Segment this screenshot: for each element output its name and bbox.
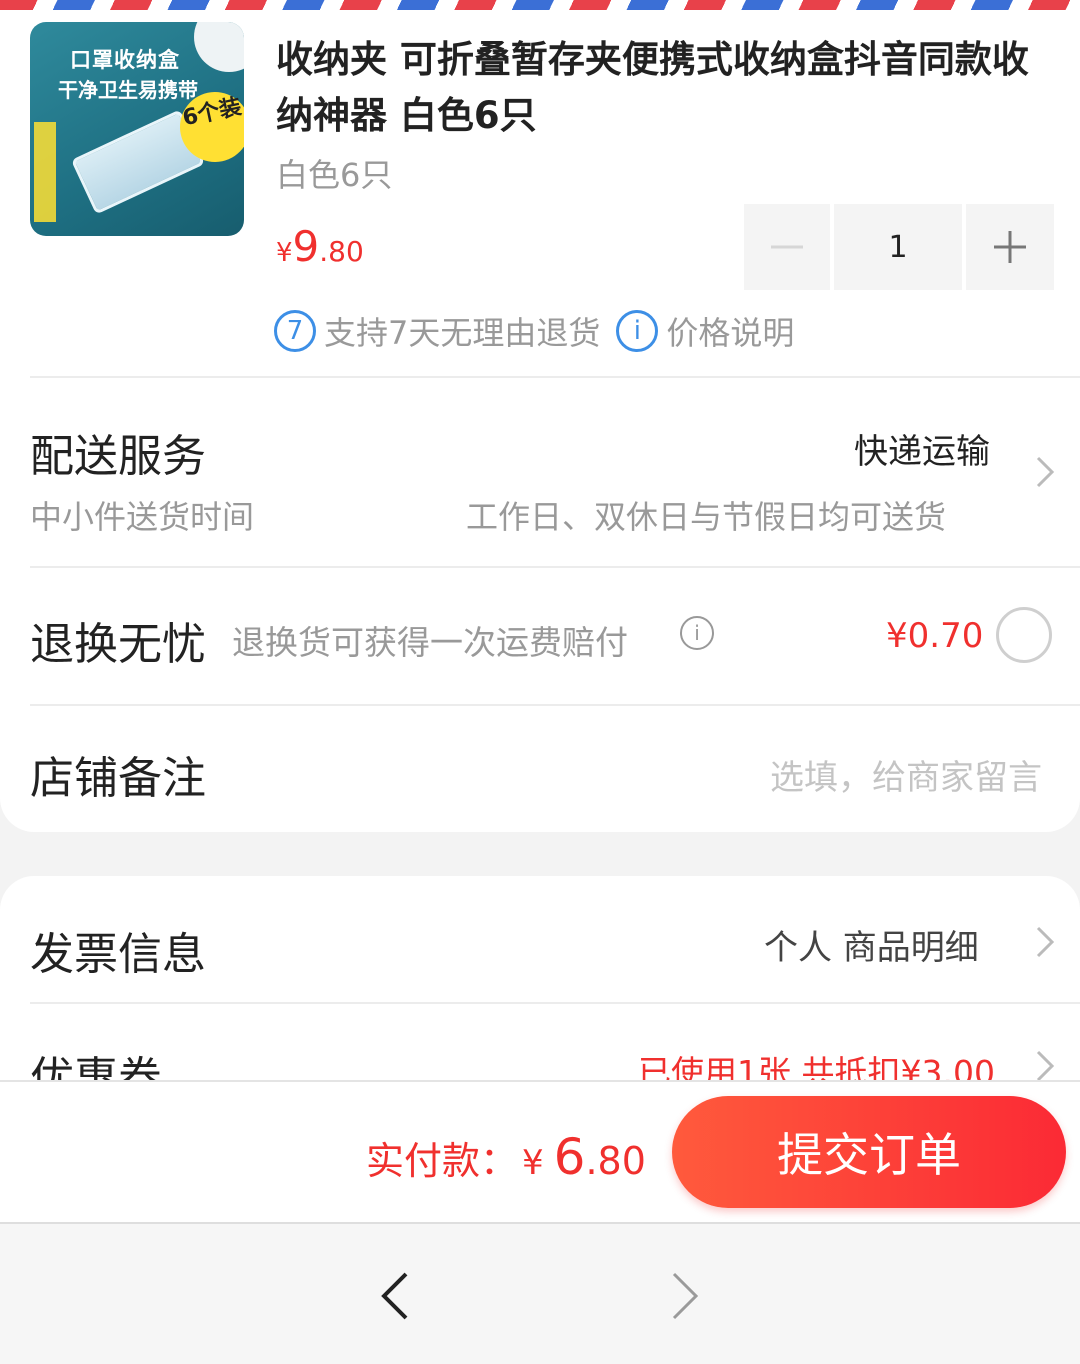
chevron-right-icon[interactable] <box>1034 454 1056 490</box>
product-image-sidebar <box>34 122 56 222</box>
invoice-card: 发票信息 个人 商品明细 优惠券 已使用1张 共抵扣¥3.00 <box>0 876 1080 1081</box>
order-card: 口罩收纳盒 干净卫生易携带 6个装 收纳夹 可折叠暂存夹便携式收纳盒抖音同款收纳… <box>0 10 1080 832</box>
total-currency: ¥ <box>522 1143 544 1183</box>
invoice-value[interactable]: 个人 商品明细 <box>764 920 979 969</box>
image-corner-decoration <box>194 22 244 72</box>
total-label: 实付款： <box>366 1139 519 1183</box>
return-insurance-desc: 退换货可获得一次运费赔付 <box>232 623 628 662</box>
product-title[interactable]: 收纳夹 可折叠暂存夹便携式收纳盒抖音同款收纳神器 白色6只 <box>276 32 1046 144</box>
increase-button[interactable] <box>966 204 1054 290</box>
return-insurance-title: 退换无忧 <box>30 619 206 670</box>
divider <box>30 566 1080 568</box>
delivery-title: 配送服务 <box>30 431 206 482</box>
back-arrow-icon[interactable] <box>378 1270 412 1322</box>
quantity-value[interactable]: 1 <box>834 204 962 290</box>
info-icon: i <box>616 310 659 352</box>
delivery-time-value: 工作日、双休日与节假日均可送货 <box>466 498 947 536</box>
shop-note-input[interactable]: 选填，给商家留言 <box>770 750 1042 799</box>
minus-icon <box>771 245 803 249</box>
info-icon[interactable]: i <box>680 616 714 650</box>
airmail-border <box>0 0 1080 10</box>
divider <box>30 704 1080 706</box>
forward-arrow-icon[interactable] <box>668 1270 702 1322</box>
coupon-title: 优惠券 <box>30 1053 162 1081</box>
price-decimal: .80 <box>319 235 364 268</box>
delivery-time-label: 中小件送货时间 <box>30 498 255 536</box>
coupon-value[interactable]: 已使用1张 共抵扣¥3.00 <box>638 1046 995 1081</box>
quantity-stepper: 1 <box>744 204 1054 290</box>
return-insurance-price: ¥0.70 <box>886 616 984 656</box>
divider <box>30 376 1080 378</box>
total-payment: 实付款： ¥ 6 .80 <box>366 1128 646 1186</box>
return-insurance-radio[interactable] <box>996 607 1052 663</box>
plus-icon <box>994 231 1026 263</box>
chevron-right-icon[interactable] <box>1034 924 1056 960</box>
return-policy-text[interactable]: 支持7天无理由退货 <box>324 308 600 354</box>
price-currency: ¥ <box>276 238 293 268</box>
invoice-title: 发票信息 <box>30 929 206 980</box>
delivery-method[interactable]: 快递运输 <box>854 424 990 473</box>
price-info-link[interactable]: 价格说明 <box>666 308 794 354</box>
product-image[interactable]: 口罩收纳盒 干净卫生易携带 6个装 <box>30 22 244 236</box>
service-promise: 7 支持7天无理由退货 i 价格说明 <box>274 308 794 354</box>
product-image-text-2: 干净卫生易携带 <box>58 78 198 102</box>
product-price: ¥9.80 <box>276 222 364 271</box>
total-decimal: .80 <box>585 1139 646 1183</box>
browser-toolbar <box>0 1222 1080 1364</box>
submit-order-button[interactable]: 提交订单 <box>672 1096 1066 1208</box>
checkout-bar: 实付款： ¥ 6 .80 提交订单 <box>0 1080 1080 1222</box>
seven-day-return-icon: 7 <box>274 310 316 352</box>
total-integer: 6 <box>553 1128 586 1186</box>
product-image-text-1: 口罩收纳盒 <box>70 48 180 72</box>
decrease-button[interactable] <box>744 204 830 290</box>
divider <box>30 1002 1080 1004</box>
shop-note-title: 店铺备注 <box>30 753 206 804</box>
product-spec: 白色6只 <box>276 156 393 194</box>
price-integer: 9 <box>292 222 320 271</box>
chevron-right-icon[interactable] <box>1034 1048 1056 1081</box>
